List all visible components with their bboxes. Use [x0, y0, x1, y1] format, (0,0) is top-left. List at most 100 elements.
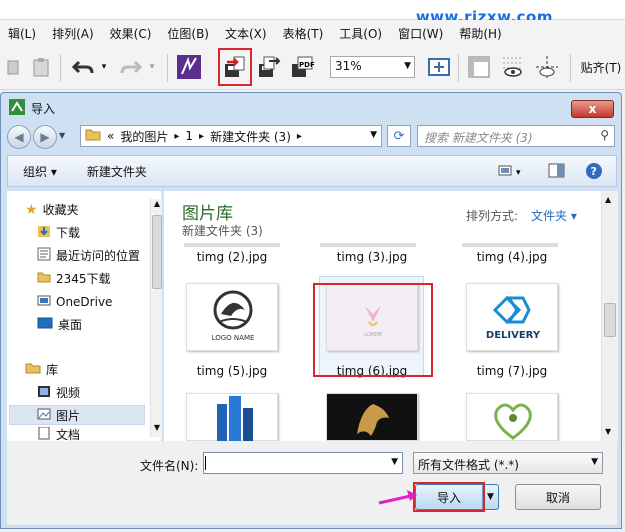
menu-item-arrange-edit[interactable]: 辑(L)	[0, 25, 44, 42]
nav-favorites[interactable]: ★ 收藏夹	[25, 201, 79, 218]
recent-locations-chevron-icon[interactable]: ▼	[59, 131, 65, 140]
nav-item-pictures[interactable]: 图片	[37, 407, 80, 424]
breadcrumb-segment[interactable]: 1	[185, 129, 193, 143]
menu-item-help[interactable]: 帮助(H)	[451, 25, 509, 42]
menu-item-tools[interactable]: 工具(O)	[331, 25, 390, 42]
scroll-down-icon[interactable]: ▼	[605, 427, 611, 436]
rulers-icon[interactable]	[464, 52, 494, 82]
forward-arrow-icon[interactable]: ▶	[33, 125, 57, 149]
help-icon[interactable]: ?	[585, 162, 603, 183]
cancel-button[interactable]: 取消	[515, 484, 601, 510]
zoom-value: 31%	[335, 59, 362, 73]
nav-item-videos[interactable]: 视频	[37, 384, 80, 401]
nav-item-2345-downloads[interactable]: 2345下载	[37, 270, 111, 287]
nav-item-downloads[interactable]: 下载	[37, 224, 80, 241]
thumbnail-heart[interactable]	[466, 393, 558, 441]
file-name[interactable]: timg (4).jpg	[462, 250, 562, 264]
thumbnail-eagle[interactable]	[326, 393, 418, 441]
view-options-icon[interactable]: ▾	[498, 163, 528, 182]
address-dropdown-icon[interactable]: ▼	[370, 130, 377, 140]
menu-item-table[interactable]: 表格(T)	[275, 25, 332, 42]
menu-bar: 辑(L) 排列(A) 效果(C) 位图(B) 文本(X) 表格(T) 工具(O)…	[0, 20, 625, 46]
menu-item-text[interactable]: 文本(X)	[217, 25, 275, 42]
nav-item-documents[interactable]: 文档	[37, 427, 80, 441]
thumbnail-timg-6[interactable]: LOREM	[326, 283, 418, 351]
import-icon[interactable]	[220, 52, 250, 82]
thumbnail-building[interactable]	[186, 393, 278, 442]
svg-text:?: ?	[591, 165, 597, 178]
nav-item-label: OneDrive	[56, 294, 113, 309]
file-type-select[interactable]: 所有文件格式 (*.*) ▼	[413, 452, 603, 474]
file-name[interactable]: timg (2).jpg	[182, 250, 282, 264]
import-dialog: 导入 x ◀ ▶ ▼ « 我的图片 ▸ 1 ▸ 新建文件夹 (3) ▸ ▼ ⟳ 搜索 …	[0, 92, 622, 529]
import-button[interactable]: 导入 ▼	[415, 484, 499, 510]
star-icon: ★	[25, 201, 38, 218]
undo-icon[interactable]	[68, 52, 98, 82]
videos-icon	[37, 384, 51, 401]
menu-item-bitmap[interactable]: 位图(B)	[159, 25, 217, 42]
corel-app-icon	[9, 99, 25, 118]
pdf-export-icon[interactable]: PDF	[288, 52, 318, 82]
onedrive-icon	[37, 293, 51, 310]
breadcrumb-segment[interactable]: 新建文件夹 (3)	[210, 128, 291, 145]
scroll-up-icon[interactable]: ▲	[605, 195, 611, 204]
chevron-down-icon: ▼	[404, 61, 411, 71]
thumb-edge	[462, 243, 558, 247]
filename-input[interactable]: ▼	[203, 452, 403, 474]
address-overflow-chevron[interactable]: «	[107, 129, 114, 143]
file-name[interactable]: timg (6).jpg	[322, 364, 422, 378]
nav-item-label: 桌面	[58, 318, 83, 332]
view-grid-icon[interactable]	[498, 52, 528, 82]
import-dropdown-icon[interactable]: ▼	[482, 485, 498, 509]
file-list-scrollbar[interactable]: ▲ ▼	[601, 191, 618, 441]
scroll-thumb[interactable]	[152, 215, 162, 289]
scroll-down-icon[interactable]: ▼	[152, 423, 162, 437]
nav-item-onedrive[interactable]: OneDrive	[37, 293, 112, 310]
nav-item-desktop[interactable]: 桌面	[37, 316, 82, 333]
preview-pane-icon[interactable]	[548, 163, 566, 182]
zoom-select[interactable]: 31% ▼	[330, 56, 415, 78]
file-name[interactable]: timg (3).jpg	[322, 250, 422, 264]
scroll-up-icon[interactable]: ▲	[152, 199, 162, 213]
nav-item-label: 最近访问的位置	[56, 249, 141, 263]
thumb-edge	[184, 243, 280, 247]
corel-launcher-icon[interactable]	[174, 52, 204, 82]
redo-icon[interactable]	[116, 52, 146, 82]
address-bar[interactable]: « 我的图片 ▸ 1 ▸ 新建文件夹 (3) ▸ ▼	[80, 125, 382, 147]
organize-button[interactable]: 组织 ▾	[8, 163, 72, 180]
paste-icon[interactable]	[26, 52, 56, 82]
recent-places-icon	[37, 247, 51, 264]
logo-text: LOGO NAME	[211, 334, 255, 342]
chevron-down-icon[interactable]: ▼	[391, 457, 398, 467]
close-button[interactable]: x	[571, 100, 614, 118]
dialog-footer: 文件名(N): ▼ 所有文件格式 (*.*) ▼ 导入 ▼ 取消	[7, 441, 617, 525]
full-screen-icon[interactable]	[424, 52, 454, 82]
scroll-thumb[interactable]	[604, 303, 616, 337]
menu-item-window[interactable]: 窗口(W)	[390, 25, 451, 42]
search-placeholder: 搜索 新建文件夹 (3)	[424, 131, 533, 145]
breadcrumb-segment[interactable]: 我的图片	[120, 128, 168, 145]
file-type-value: 所有文件格式 (*.*)	[418, 458, 519, 472]
snap-to-button[interactable]: 贴齐(T)	[578, 52, 624, 82]
downloads-folder-icon	[37, 224, 51, 241]
file-name[interactable]: timg (5).jpg	[182, 364, 282, 378]
nav-scrollbar[interactable]: ▲ ▼	[150, 199, 162, 437]
search-input[interactable]: 搜索 新建文件夹 (3) ⚲	[417, 125, 615, 147]
sort-dropdown[interactable]: 文件夹 ▾	[531, 207, 577, 224]
nav-item-recent[interactable]: 最近访问的位置	[37, 247, 140, 264]
redo-dropdown-icon[interactable]: ▾	[144, 52, 160, 82]
menu-item-effects[interactable]: 效果(C)	[102, 25, 160, 42]
menu-item-arrange[interactable]: 排列(A)	[44, 25, 102, 42]
guidelines-icon[interactable]	[532, 52, 562, 82]
refresh-icon[interactable]: ⟳	[387, 125, 411, 147]
new-folder-button[interactable]: 新建文件夹	[72, 163, 162, 180]
library-icon	[25, 361, 41, 378]
back-arrow-icon[interactable]: ◀	[7, 125, 31, 149]
undo-dropdown-icon[interactable]: ▾	[96, 52, 112, 82]
export-icon[interactable]	[254, 52, 284, 82]
file-name[interactable]: timg (7).jpg	[462, 364, 562, 378]
nav-library[interactable]: 库	[25, 361, 58, 378]
thumbnail-timg-7[interactable]: DELIVERY	[466, 283, 558, 351]
thumbnail-timg-5[interactable]: LOGO NAME	[186, 283, 278, 351]
nav-item-label: 下载	[56, 226, 81, 240]
